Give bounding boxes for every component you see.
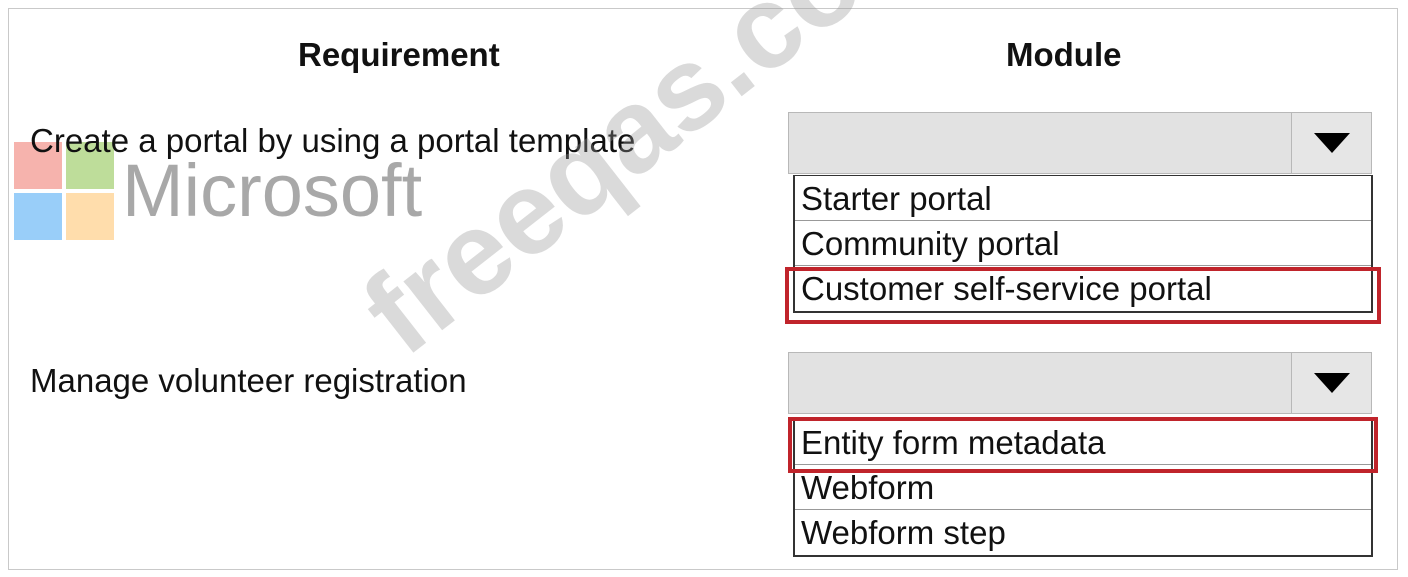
module-2-option-entity-form-metadata[interactable]: Entity form metadata (795, 420, 1371, 465)
requirement-header: Requirement (298, 36, 500, 73)
module-2-dropdown-button[interactable] (1291, 353, 1371, 413)
module-1-option-customer-self-service-portal[interactable]: Customer self-service portal (795, 266, 1371, 311)
module-header: Module (1006, 36, 1122, 73)
triangle-down-icon (1313, 373, 1350, 393)
module-1-dropdown-button[interactable] (1291, 113, 1371, 173)
module-2-dropdown[interactable] (788, 352, 1372, 414)
module-1-option-community-portal[interactable]: Community portal (795, 221, 1371, 266)
module-1-options: Starter portal Community portal Customer… (793, 175, 1373, 313)
requirement-2-text: Manage volunteer registration (30, 362, 467, 399)
microsoft-logo-text: Microsoft (122, 149, 423, 232)
requirement-1-text: Create a portal by using a portal templa… (30, 122, 636, 159)
module-2-options: Entity form metadata Webform Webform ste… (793, 419, 1373, 557)
module-2-option-webform-step[interactable]: Webform step (795, 510, 1371, 555)
triangle-down-icon (1313, 133, 1350, 153)
module-1-option-starter-portal[interactable]: Starter portal (795, 176, 1371, 221)
module-1-dropdown[interactable] (788, 112, 1372, 174)
module-2-option-webform[interactable]: Webform (795, 465, 1371, 510)
